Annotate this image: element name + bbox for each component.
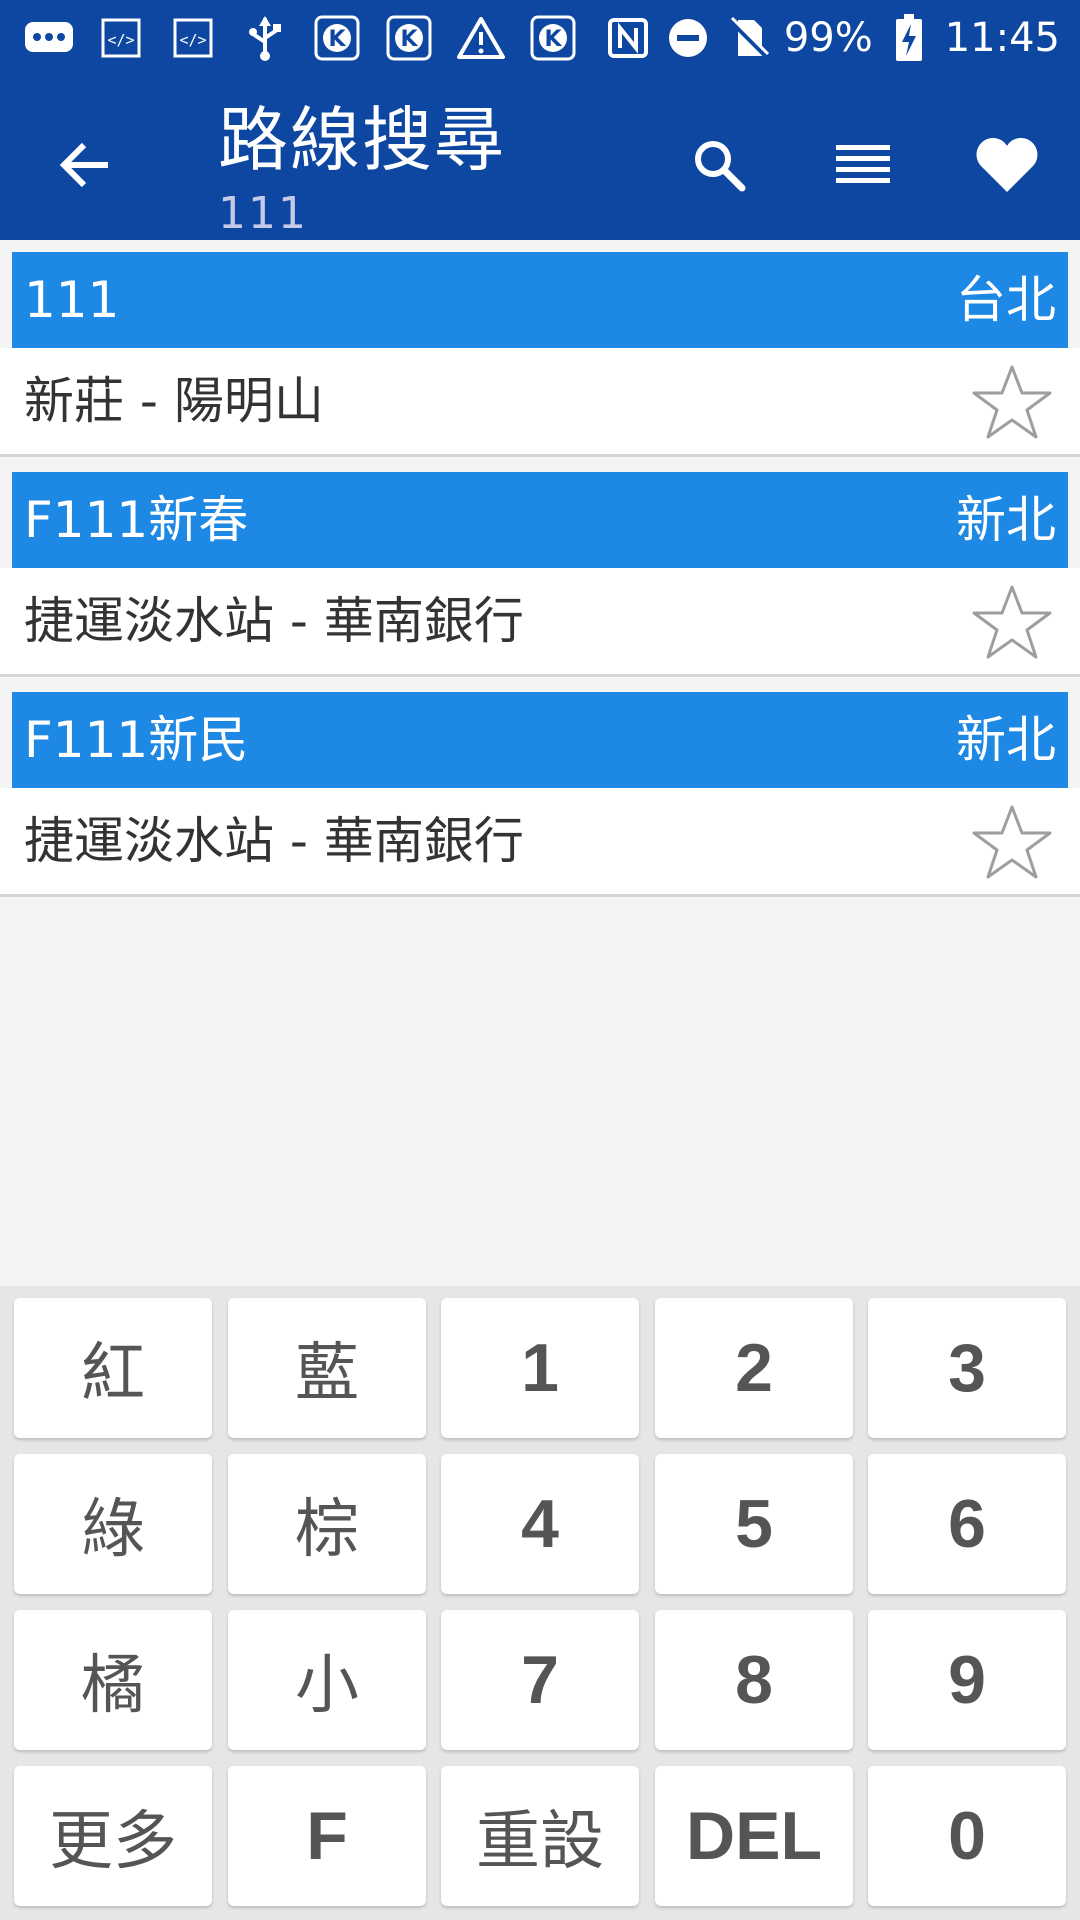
route-results-list: 111 台北 新莊 - 陽明山 F111新春 新北 捷運淡水站 - 華南銀行 F… bbox=[0, 240, 1080, 900]
key-3[interactable]: 3 bbox=[868, 1298, 1066, 1438]
svg-text:K: K bbox=[400, 27, 418, 52]
clock: 11:45 bbox=[944, 15, 1060, 61]
star-outline-icon bbox=[972, 805, 1052, 879]
route-body: 捷運淡水站 - 華南銀行 bbox=[0, 788, 1080, 897]
back-button[interactable] bbox=[40, 120, 130, 210]
route-body: 新莊 - 陽明山 bbox=[0, 348, 1080, 457]
favorites-button[interactable] bbox=[962, 120, 1052, 210]
back-arrow-icon bbox=[59, 142, 108, 188]
no-sim-icon bbox=[724, 14, 772, 62]
svg-text:K: K bbox=[328, 27, 346, 52]
search-button[interactable] bbox=[674, 120, 764, 210]
key-green[interactable]: 綠 bbox=[14, 1454, 212, 1594]
key-f[interactable]: F bbox=[228, 1766, 426, 1906]
list-button[interactable] bbox=[818, 120, 908, 210]
search-icon bbox=[695, 141, 746, 192]
page-title: 路線搜尋 bbox=[218, 99, 506, 181]
key-reset[interactable]: 重設 bbox=[441, 1766, 639, 1906]
code-icon: </> bbox=[94, 11, 148, 65]
key-0[interactable]: 0 bbox=[868, 1766, 1066, 1906]
route-description: 捷運淡水站 - 華南銀行 bbox=[24, 592, 524, 650]
key-8[interactable]: 8 bbox=[655, 1610, 853, 1750]
route-number: F111新民 bbox=[24, 711, 249, 769]
route-city: 台北 bbox=[956, 271, 1056, 329]
key-2[interactable]: 2 bbox=[655, 1298, 853, 1438]
star-outline-icon bbox=[972, 365, 1052, 439]
route-header: 111 台北 bbox=[12, 252, 1068, 348]
favorite-heart-icon bbox=[976, 138, 1038, 192]
status-icons-right: 99% 11:45 bbox=[604, 0, 1060, 76]
status-bar: </> </> K K K 99% 11:45 bbox=[0, 0, 1080, 76]
svg-text:K: K bbox=[544, 27, 562, 52]
key-6[interactable]: 6 bbox=[868, 1454, 1066, 1594]
key-brown[interactable]: 棕 bbox=[228, 1454, 426, 1594]
svg-text:</>: </> bbox=[179, 31, 206, 49]
usb-icon bbox=[238, 11, 292, 65]
k-app-icon: K bbox=[382, 11, 436, 65]
favorite-star-button[interactable] bbox=[972, 582, 1052, 662]
route-description: 新莊 - 陽明山 bbox=[24, 372, 324, 430]
battery-charging-icon bbox=[885, 14, 933, 62]
app-bar: 路線搜尋 111 bbox=[0, 76, 1080, 240]
route-number: 111 bbox=[24, 271, 120, 329]
key-9[interactable]: 9 bbox=[868, 1610, 1066, 1750]
list-icon bbox=[836, 145, 890, 183]
favorite-star-button[interactable] bbox=[972, 802, 1052, 882]
warning-icon bbox=[454, 11, 508, 65]
favorite-star-button[interactable] bbox=[972, 362, 1052, 442]
key-red[interactable]: 紅 bbox=[14, 1298, 212, 1438]
route-number: F111新春 bbox=[24, 491, 249, 549]
battery-percent: 99% bbox=[783, 15, 873, 61]
route-header: F111新民 新北 bbox=[12, 692, 1068, 788]
search-query: 111 bbox=[218, 188, 308, 239]
route-body: 捷運淡水站 - 華南銀行 bbox=[0, 568, 1080, 677]
route-keypad: 紅 藍 1 2 3 綠 棕 4 5 6 橘 小 7 8 9 更多 F 重設 DE… bbox=[0, 1286, 1080, 1920]
k-app-icon: K bbox=[526, 11, 580, 65]
route-item[interactable]: 111 台北 新莊 - 陽明山 bbox=[0, 240, 1080, 460]
key-blue[interactable]: 藍 bbox=[228, 1298, 426, 1438]
k-app-icon: K bbox=[310, 11, 364, 65]
key-7[interactable]: 7 bbox=[441, 1610, 639, 1750]
key-delete[interactable]: DEL bbox=[655, 1766, 853, 1906]
key-orange[interactable]: 橘 bbox=[14, 1610, 212, 1750]
code-icon: </> bbox=[166, 11, 220, 65]
key-more[interactable]: 更多 bbox=[14, 1766, 212, 1906]
star-outline-icon bbox=[972, 585, 1052, 659]
key-small[interactable]: 小 bbox=[228, 1610, 426, 1750]
svg-text:</>: </> bbox=[107, 31, 134, 49]
route-city: 新北 bbox=[956, 711, 1056, 769]
route-city: 新北 bbox=[956, 491, 1056, 549]
key-1[interactable]: 1 bbox=[441, 1298, 639, 1438]
route-header: F111新春 新北 bbox=[12, 472, 1068, 568]
app-screen: </> </> K K K 99% 11:45 路線搜尋 111 111 台北 … bbox=[0, 0, 1080, 1920]
dnd-icon bbox=[664, 14, 712, 62]
route-item[interactable]: F111新民 新北 捷運淡水站 - 華南銀行 bbox=[0, 680, 1080, 900]
key-4[interactable]: 4 bbox=[441, 1454, 639, 1594]
key-5[interactable]: 5 bbox=[655, 1454, 853, 1594]
route-item[interactable]: F111新春 新北 捷運淡水站 - 華南銀行 bbox=[0, 460, 1080, 680]
nfc-icon bbox=[604, 14, 652, 62]
status-icons-left: </> </> K K K bbox=[22, 0, 580, 76]
route-description: 捷運淡水站 - 華南銀行 bbox=[24, 812, 524, 870]
chat-icon bbox=[22, 11, 76, 65]
